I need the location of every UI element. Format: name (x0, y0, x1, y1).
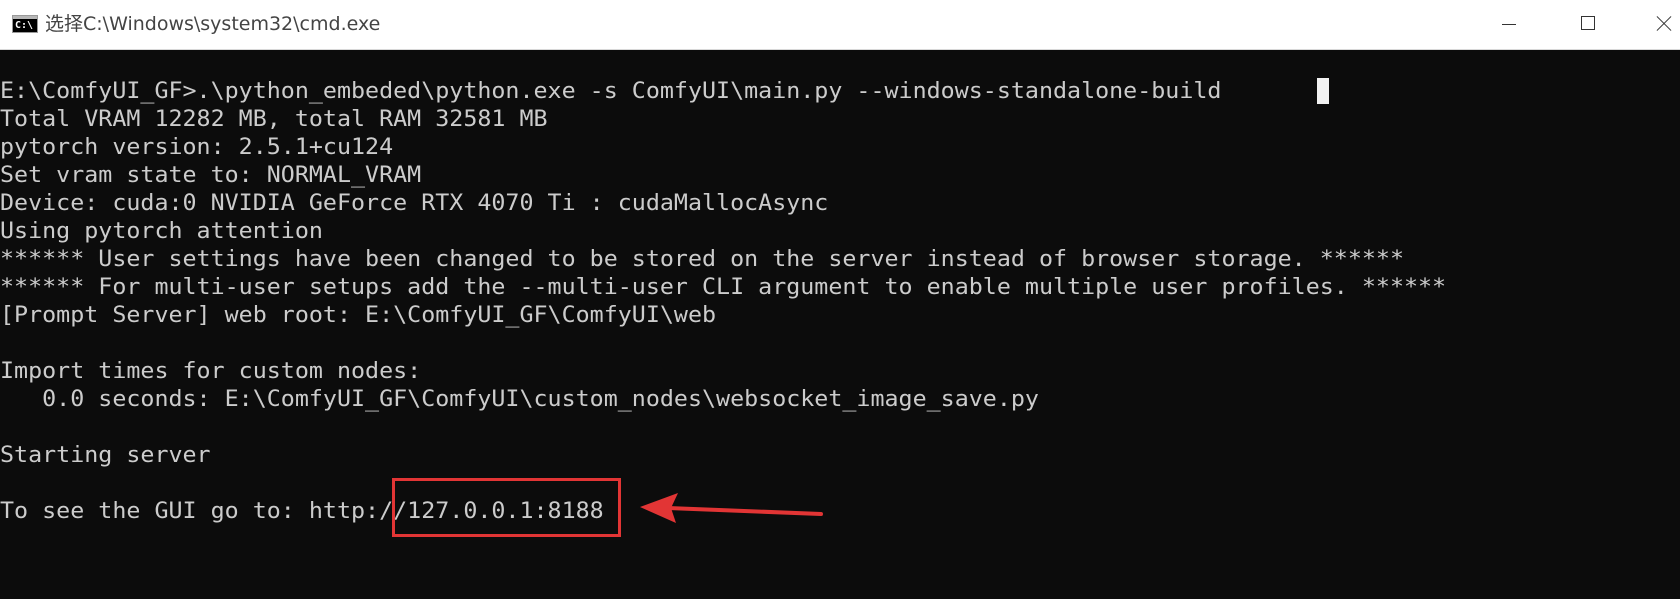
cmd-window: C:\ 选择C:\Windows\system32\cmd.exe E:\Com… (0, 0, 1680, 599)
annotation-arrow-icon (640, 493, 823, 523)
